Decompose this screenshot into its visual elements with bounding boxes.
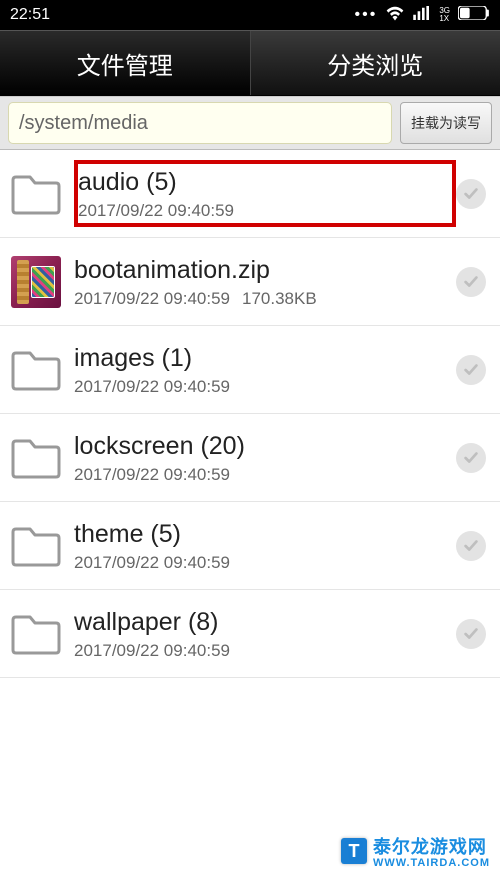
file-name: wallpaper (8) xyxy=(74,606,456,639)
file-name: audio (5) xyxy=(78,166,452,199)
file-body: theme (5) 2017/09/22 09:40:59 xyxy=(74,516,456,575)
screen: 22:51 ••• 3G 1X 文件管理 分类浏览 xyxy=(0,0,500,889)
tab-bar: 文件管理 分类浏览 xyxy=(0,30,500,96)
folder-icon xyxy=(8,430,64,486)
file-name: theme (5) xyxy=(74,518,456,551)
status-icons: ••• 3G 1X xyxy=(355,5,490,26)
file-body: images (1) 2017/09/22 09:40:59 xyxy=(74,340,456,399)
status-time: 22:51 xyxy=(10,6,50,24)
more-icon: ••• xyxy=(355,6,378,24)
file-body: bootanimation.zip 2017/09/22 09:40:59 170.… xyxy=(74,252,456,311)
file-name: lockscreen (20) xyxy=(74,430,456,463)
file-meta: 2017/09/22 09:40:59 xyxy=(74,465,456,485)
file-size: 170.38KB xyxy=(242,289,317,308)
file-list[interactable]: audio (5) 2017/09/22 09:40:59 bootanimatio… xyxy=(0,150,500,889)
path-input[interactable] xyxy=(8,102,392,144)
select-checkbox[interactable] xyxy=(456,443,486,473)
file-date: 2017/09/22 09:40:59 xyxy=(74,289,230,308)
path-bar: 挂载为读写 xyxy=(0,96,500,150)
select-checkbox[interactable] xyxy=(456,179,486,209)
file-row[interactable]: images (1) 2017/09/22 09:40:59 xyxy=(0,326,500,414)
file-meta: 2017/09/22 09:40:59 xyxy=(74,553,456,573)
file-body: wallpaper (8) 2017/09/22 09:40:59 xyxy=(74,604,456,663)
select-checkbox[interactable] xyxy=(456,619,486,649)
folder-icon xyxy=(8,518,64,574)
file-row[interactable]: wallpaper (8) 2017/09/22 09:40:59 xyxy=(0,590,500,678)
file-meta: 2017/09/22 09:40:59 xyxy=(78,201,452,221)
battery-icon xyxy=(458,6,490,25)
file-row[interactable]: bootanimation.zip 2017/09/22 09:40:59 170.… xyxy=(0,238,500,326)
tab-file-manager-label: 文件管理 xyxy=(77,46,173,81)
file-date: 2017/09/22 09:40:59 xyxy=(74,377,230,396)
file-date: 2017/09/22 09:40:59 xyxy=(78,201,234,220)
file-row[interactable]: theme (5) 2017/09/22 09:40:59 xyxy=(0,502,500,590)
select-checkbox[interactable] xyxy=(456,267,486,297)
file-meta: 2017/09/22 09:40:59 xyxy=(74,641,456,661)
file-body: audio (5) 2017/09/22 09:40:59 xyxy=(74,160,456,227)
tab-category-browse[interactable]: 分类浏览 xyxy=(250,31,500,95)
file-row[interactable]: lockscreen (20) 2017/09/22 09:40:59 xyxy=(0,414,500,502)
file-date: 2017/09/22 09:40:59 xyxy=(74,465,230,484)
select-checkbox[interactable] xyxy=(456,531,486,561)
file-date: 2017/09/22 09:40:59 xyxy=(74,641,230,660)
file-body: lockscreen (20) 2017/09/22 09:40:59 xyxy=(74,428,456,487)
archive-icon xyxy=(8,254,64,310)
wifi-icon xyxy=(385,5,405,26)
file-meta: 2017/09/22 09:40:59 xyxy=(74,377,456,397)
file-name: images (1) xyxy=(74,342,456,375)
network-label: 3G 1X xyxy=(439,7,450,23)
signal-icon xyxy=(413,6,431,25)
tab-file-manager[interactable]: 文件管理 xyxy=(0,31,250,95)
file-date: 2017/09/22 09:40:59 xyxy=(74,553,230,572)
file-meta: 2017/09/22 09:40:59 170.38KB xyxy=(74,289,456,309)
tab-category-label: 分类浏览 xyxy=(327,46,423,81)
folder-icon xyxy=(8,166,64,222)
mount-rw-button[interactable]: 挂载为读写 xyxy=(400,102,492,144)
folder-icon xyxy=(8,606,64,662)
folder-icon xyxy=(8,342,64,398)
select-checkbox[interactable] xyxy=(456,355,486,385)
status-bar: 22:51 ••• 3G 1X xyxy=(0,0,500,30)
file-name: bootanimation.zip xyxy=(74,254,456,287)
file-row[interactable]: audio (5) 2017/09/22 09:40:59 xyxy=(0,150,500,238)
